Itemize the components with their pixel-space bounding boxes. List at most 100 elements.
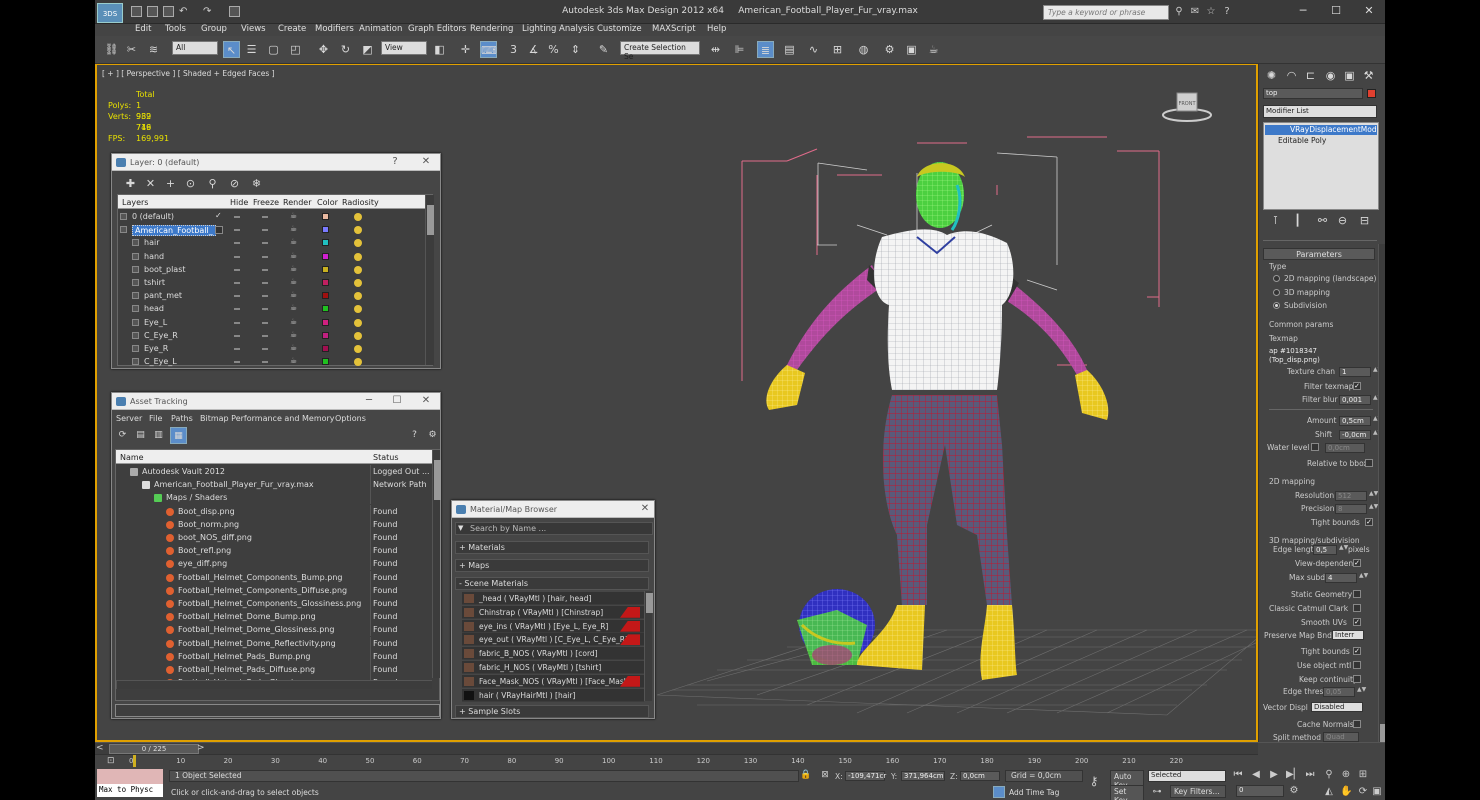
asset-close-icon[interactable]: ✕ [419,395,433,406]
create-tab-icon[interactable]: ✺ [1263,67,1280,84]
asset-vscrollbar[interactable] [432,450,441,678]
prev-frame-icon[interactable]: < [96,743,104,753]
layer-color-swatch[interactable] [322,358,329,366]
asset-list-icon[interactable]: ▤ [132,427,149,444]
asset-row[interactable]: Maps / Shaders [116,491,432,505]
menu-tools[interactable]: Tools [165,24,186,34]
render-teapot-icon[interactable]: ☕ [290,251,297,260]
parameters-rollout[interactable]: Parameters [1263,248,1375,260]
layer-color-swatch[interactable] [322,226,329,234]
prev-key-icon[interactable]: ◀ [1250,769,1262,781]
maxscript-listener-pink[interactable] [97,769,163,784]
view-dependent-checkbox[interactable]: ✓ [1353,559,1361,567]
freeze-toggle[interactable] [262,216,268,218]
select-object-icon[interactable]: ↖ [223,41,240,58]
amount-input[interactable]: 0,5cm [1339,416,1371,426]
hide-toggle[interactable] [234,268,240,271]
mirror-icon[interactable]: ⇹ [707,41,724,58]
snaps-toggle-icon[interactable]: 3 [505,41,522,58]
layer-row[interactable]: pant_met ☕ [118,289,425,302]
radiosity-bulb-icon[interactable] [354,331,362,340]
asset-menu-file[interactable]: File [149,414,162,423]
col-freeze[interactable]: Freeze [253,198,279,207]
material-item[interactable]: Face_Mask_NOS ( VRayMtl ) [Face_Mask] [462,674,644,688]
material-item[interactable]: fabric_B_NOS ( VRayMtl ) [cord] [462,647,644,661]
material-item[interactable]: eye_out ( VRayMtl ) [C_Eye_L, C_Eye_R] [462,633,644,647]
section-maps[interactable]: + Maps [455,559,649,572]
radiosity-bulb-icon[interactable] [354,345,362,353]
layer-panel-header[interactable]: Layer: 0 (default) ? ✕ [112,154,440,171]
radiosity-bulb-icon[interactable] [354,239,362,248]
close-button[interactable]: ✕ [1358,3,1380,19]
radio-2d-mapping[interactable] [1273,275,1280,282]
hide-toggle[interactable] [234,308,240,311]
asset-row[interactable]: Football_Helmet_Pads_Bump.png Found [116,649,432,663]
hide-toggle[interactable] [234,229,240,232]
search-input[interactable]: Type a keyword or phrase [1043,5,1169,20]
hide-toggle[interactable] [234,295,240,298]
freeze-toggle[interactable] [262,282,268,284]
zoom-extents-icon[interactable]: ⊞ [1357,769,1369,781]
material-close-icon[interactable]: ✕ [638,503,652,514]
asset-maximize-icon[interactable]: ☐ [390,395,404,406]
key-filters-icon[interactable]: ⊶ [1151,786,1163,798]
percent-snap-icon[interactable]: % [545,41,562,58]
radiosity-bulb-icon[interactable] [354,265,362,274]
align-icon[interactable]: ⊫ [731,41,748,58]
radiosity-bulb-icon[interactable] [354,318,362,327]
asset-row[interactable]: Football_Helmet_Dome_Glossiness.png Found [116,623,432,637]
time-tag-icon[interactable] [993,786,1005,798]
material-search-input[interactable]: Search by Name ... [470,524,546,533]
layer-color-swatch[interactable] [322,213,329,220]
go-to-end-icon[interactable]: ⏭ [1304,769,1316,781]
render-teapot-icon[interactable]: ☕ [290,356,297,365]
menu-rendering[interactable]: Rendering [470,24,513,34]
layer-row[interactable]: C_Eye_R ☕ [118,329,425,342]
curve-editor-icon[interactable]: ∿ [805,41,822,58]
freeze-toggle[interactable] [262,361,268,364]
utilities-tab-icon[interactable]: ⚒ [1360,67,1377,84]
bind-spacewarp-icon[interactable]: ≋ [145,41,162,58]
edge-thresh-input[interactable]: 0,05 [1323,687,1355,697]
col-radiosity[interactable]: Radiosity [342,198,379,207]
freeze-all-icon[interactable]: ❄ [248,175,265,192]
section-scene-materials[interactable]: - Scene Materials [455,577,649,590]
y-coord-field[interactable]: 371,964cm [901,771,945,781]
freeze-toggle[interactable] [262,334,268,337]
render-teapot-icon[interactable]: ☕ [290,211,297,220]
go-to-start-icon[interactable]: ⏮ [1232,769,1244,781]
edge-length-spinner[interactable]: ▲▼ [1339,545,1348,555]
edge-length-input[interactable]: 0,5 [1313,545,1337,555]
help-icon[interactable]: ? [1221,6,1233,18]
precision-input[interactable]: 8 [1335,504,1367,514]
texmap-button[interactable]: ap #1018347 (Top_disp.png) [1267,347,1371,364]
use-object-mtl-checkbox[interactable] [1353,661,1361,669]
time-slider[interactable]: 0 / 225 < > [95,743,1258,755]
new-layer-icon[interactable]: ✚ [122,175,139,192]
modifier-list-dropdown[interactable]: Modifier List [1263,105,1377,118]
key-mode-dropdown[interactable]: Selected [1148,770,1226,782]
rotate-icon[interactable]: ↻ [337,41,354,58]
select-by-name-icon[interactable]: ☰ [243,41,260,58]
hide-toggle[interactable] [234,361,240,364]
spinner-snap-icon[interactable]: ⇕ [567,41,584,58]
named-selection-dropdown[interactable]: Create Selection Se [620,41,700,61]
layer-color-swatch[interactable] [322,279,329,286]
freeze-toggle[interactable] [262,295,268,298]
asset-row[interactable]: Autodesk Vault 2012 Logged Out ... [116,465,432,478]
time-config-icon[interactable]: ⚙ [1288,785,1300,797]
keep-continuity-checkbox[interactable] [1353,675,1361,683]
asset-menu-bitmap[interactable]: Bitmap Performance and Memory [200,414,335,423]
pin-stack-icon[interactable]: ⊺ [1267,212,1284,229]
unlink-icon[interactable]: ✂ [123,41,140,58]
x-coord-field[interactable]: -109,471cr [845,771,886,781]
schematic-view-icon[interactable]: ⊞ [829,41,846,58]
section-materials[interactable]: + Materials [455,541,649,554]
layer-row[interactable]: 0 (default) ✓ ☕ [118,210,425,223]
rendered-frame-window-icon[interactable]: ▣ [903,41,920,58]
object-name-input[interactable]: top [1263,88,1363,99]
remove-modifier-icon[interactable]: ⊖ [1334,212,1351,229]
asset-row[interactable]: Boot_disp.png Found [116,504,432,518]
menu-help[interactable]: Help [707,24,726,34]
next-frame-icon[interactable]: > [197,743,205,753]
